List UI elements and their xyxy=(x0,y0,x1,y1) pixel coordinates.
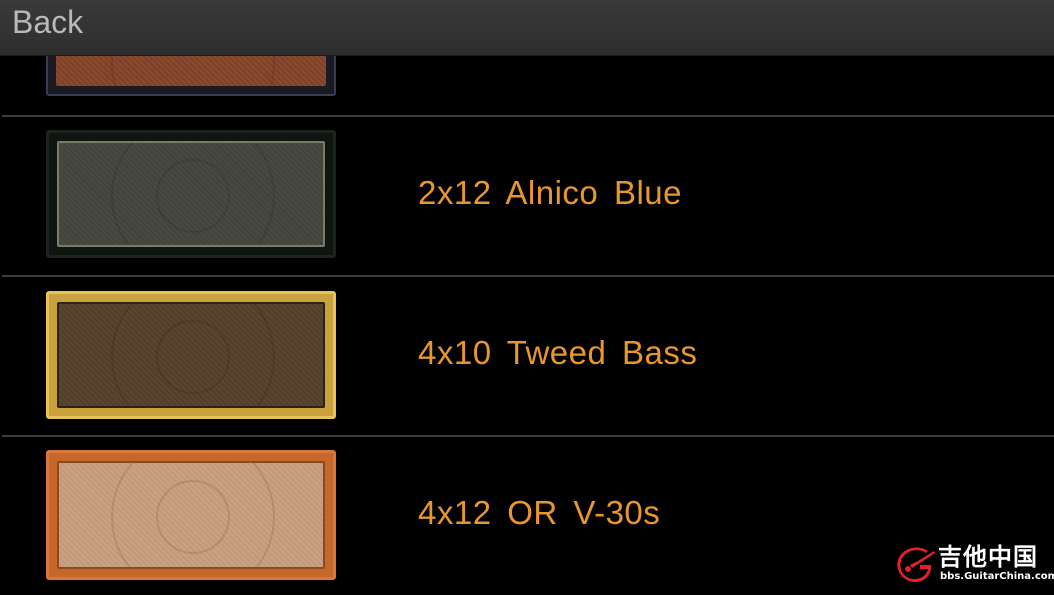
cabinet-grill xyxy=(57,141,325,247)
back-button[interactable]: Back xyxy=(12,4,83,40)
cabinet-thumbnail[interactable] xyxy=(46,450,336,580)
guitar-logo-icon xyxy=(897,547,935,583)
speaker-cone-icon xyxy=(156,320,230,394)
cabinet-label[interactable]: 4x12 OR V-30s xyxy=(418,493,660,533)
speaker-icon xyxy=(111,56,275,86)
cabinet-grill xyxy=(57,302,325,408)
cabinet-thumbnail[interactable] xyxy=(46,130,336,258)
watermark: 吉他中国 bbs.GuitarChina.com xyxy=(896,543,1054,587)
watermark-url: bbs.GuitarChina.com xyxy=(940,571,1054,582)
speaker-cone-icon xyxy=(156,480,230,554)
cabinet-grill xyxy=(56,56,326,86)
cabinet-label[interactable]: 4x10 Tweed Bass xyxy=(418,333,697,373)
speaker-cone-icon xyxy=(156,159,230,233)
cabinet-thumbnail[interactable] xyxy=(46,291,336,419)
cabinet-list: 2x12 Alnico Blue 4x10 Tweed Bass 4x12 OR… xyxy=(0,56,1054,595)
cabinet-grill xyxy=(57,461,325,569)
navigation-bar: Back xyxy=(0,0,1054,56)
cabinet-thumbnail[interactable] xyxy=(46,56,336,96)
cabinet-label[interactable]: 2x12 Alnico Blue xyxy=(418,173,682,213)
watermark-title: 吉他中国 xyxy=(938,543,1038,571)
